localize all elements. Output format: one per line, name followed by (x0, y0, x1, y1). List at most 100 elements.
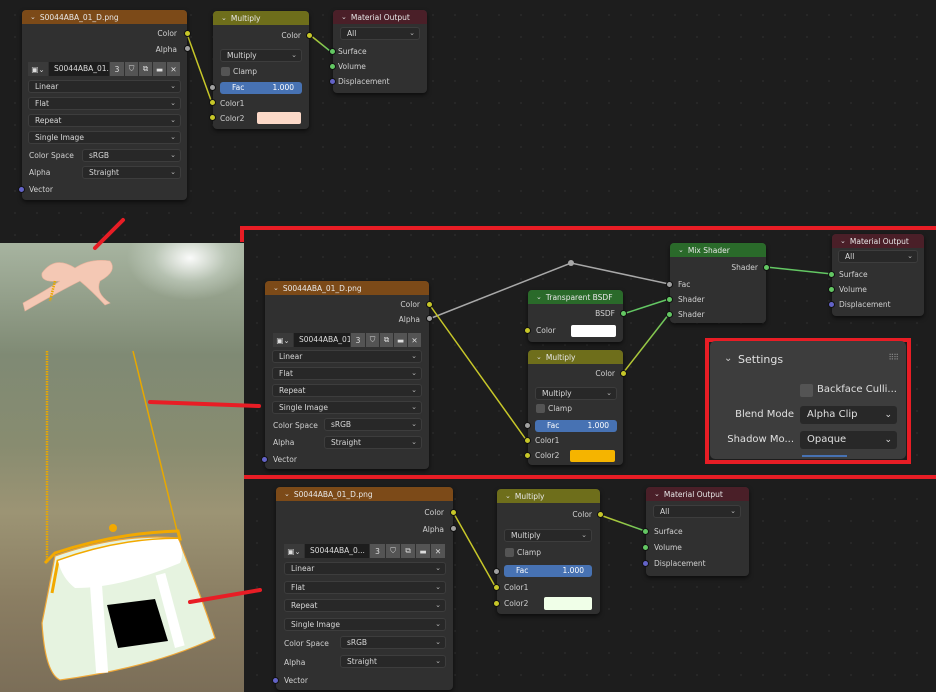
node-header[interactable]: ⌄ S0044ABA_01_D.png (276, 487, 453, 501)
chevron-down-icon[interactable]: ⌄ (284, 490, 290, 498)
image-browse-icon[interactable]: ▣⌄ (284, 544, 304, 558)
projection-dropdown[interactable]: Flat ⌄ (28, 97, 181, 110)
socket-alpha-out[interactable] (426, 315, 433, 322)
image-texture-node-top[interactable]: ⌄ S0044ABA_01_D.png Color Alpha ▣⌄ S0044A… (18, 10, 191, 200)
chevron-down-icon[interactable]: ⌄ (536, 293, 542, 301)
socket-color-out[interactable] (450, 509, 457, 516)
chevron-down-icon[interactable]: ⌄ (678, 246, 684, 254)
node-header[interactable]: ⌄ Material Output (646, 487, 749, 501)
socket-color1-in[interactable] (524, 437, 531, 444)
multiply-node-mid[interactable]: ⌄ Multiply Color Multiply ⌄ Clamp Fac 1.000… (524, 350, 627, 465)
fake-user-shield-icon[interactable]: ⛉ (386, 544, 400, 558)
alpha-dropdown[interactable]: Straight ⌄ (324, 436, 422, 449)
render-viewport[interactable] (0, 243, 244, 692)
image-selector[interactable]: ▣⌄ S0044ABA_0... 3 ⛉ ⧉ ▬ ✕ (284, 544, 446, 558)
fake-user-shield-icon[interactable]: ⛉ (366, 333, 379, 347)
material-output-node-bottom[interactable]: ⌄ Material Output All ⌄ Surface Volume Dis… (642, 487, 749, 576)
socket-surface-in[interactable] (329, 48, 336, 55)
chevron-down-icon[interactable]: ⌄ (341, 13, 347, 21)
clamp-checkbox[interactable] (505, 548, 514, 557)
node-header[interactable]: ⌄ Transparent BSDF (528, 290, 623, 304)
fake-user-shield-icon[interactable]: ⛉ (125, 62, 138, 76)
image-texture-node-mid[interactable]: ⌄ S0044ABA_01_D.png Color Alpha ▣⌄ S0044A… (261, 281, 433, 469)
drag-handle-icon[interactable]: ⠿⠿ (888, 353, 899, 362)
fac-slider[interactable]: Fac 1.000 (504, 565, 592, 577)
image-selector[interactable]: ▣⌄ S0044ABA_01... 3 ⛉ ⧉ ▬ ✕ (28, 62, 181, 76)
socket-fac-in[interactable] (493, 568, 500, 575)
chevron-down-icon[interactable]: ⌄ (840, 237, 846, 245)
duplicate-icon[interactable]: ⧉ (380, 333, 393, 347)
socket-shader2-in[interactable] (666, 311, 673, 318)
socket-vector-in[interactable] (18, 186, 25, 193)
interpolation-dropdown[interactable]: Linear ⌄ (28, 80, 181, 93)
close-icon[interactable]: ✕ (431, 544, 445, 558)
multiply-node-top[interactable]: ⌄ Multiply Color Multiply ⌄ Clamp Fac 1.000… (209, 11, 313, 129)
fac-slider[interactable]: Fac 1.000 (535, 420, 617, 432)
color-swatch[interactable] (571, 325, 616, 337)
shadow-mode-dropdown[interactable]: Opaque ⌄ (800, 431, 897, 449)
color2-swatch[interactable] (257, 112, 301, 124)
blend-type-dropdown[interactable]: Multiply ⌄ (220, 49, 302, 62)
socket-color2-in[interactable] (209, 114, 216, 121)
node-header[interactable]: ⌄ Material Output (333, 10, 427, 24)
target-dropdown[interactable]: All ⌄ (653, 505, 741, 518)
color-space-dropdown[interactable]: sRGB ⌄ (324, 418, 422, 431)
chevron-down-icon[interactable]: ⌄ (536, 353, 542, 361)
folder-icon[interactable]: ▬ (394, 333, 407, 347)
socket-shader-out[interactable] (763, 264, 770, 271)
socket-color2-in[interactable] (493, 600, 500, 607)
image-browse-icon[interactable]: ▣⌄ (273, 333, 293, 347)
node-header[interactable]: ⌄ Mix Shader (670, 243, 766, 257)
socket-volume-in[interactable] (828, 286, 835, 293)
socket-vector-in[interactable] (272, 677, 279, 684)
socket-displacement-in[interactable] (642, 560, 649, 567)
chevron-down-icon[interactable]: ⌄ (273, 284, 279, 292)
socket-color1-in[interactable] (493, 584, 500, 591)
folder-icon[interactable]: ▬ (416, 544, 430, 558)
socket-surface-in[interactable] (642, 528, 649, 535)
target-dropdown[interactable]: All ⌄ (340, 27, 420, 40)
source-dropdown[interactable]: Single Image ⌄ (272, 401, 422, 414)
image-selector[interactable]: ▣⌄ S0044ABA_01... 3 ⛉ ⧉ ▬ ✕ (273, 333, 423, 347)
alpha-dropdown[interactable]: Straight ⌄ (340, 655, 446, 668)
image-name-field[interactable]: S0044ABA_0... (305, 544, 369, 558)
source-dropdown[interactable]: Single Image ⌄ (28, 131, 181, 144)
image-browse-icon[interactable]: ▣⌄ (28, 62, 48, 76)
clamp-checkbox[interactable] (221, 67, 230, 76)
projection-dropdown[interactable]: Flat ⌄ (284, 581, 446, 594)
node-header[interactable]: ⌄ S0044ABA_01_D.png (265, 281, 429, 295)
color2-swatch[interactable] (544, 597, 592, 610)
interpolation-dropdown[interactable]: Linear ⌄ (272, 350, 422, 363)
socket-displacement-in[interactable] (828, 301, 835, 308)
image-texture-node-bottom[interactable]: ⌄ S0044ABA_01_D.png Color Alpha ▣⌄ S0044A… (272, 487, 457, 690)
node-header[interactable]: ⌄ Multiply (528, 350, 623, 364)
backface-culling-checkbox[interactable] (800, 384, 813, 397)
socket-shader1-in[interactable] (666, 296, 673, 303)
chevron-down-icon[interactable]: ⌄ (654, 490, 660, 498)
socket-alpha-out[interactable] (184, 45, 191, 52)
node-header[interactable]: ⌄ Multiply (497, 489, 600, 503)
partially-visible-slider[interactable] (802, 455, 847, 457)
clamp-checkbox[interactable] (536, 404, 545, 413)
chevron-down-icon[interactable]: ⌄ (724, 353, 732, 364)
node-header[interactable]: ⌄ S0044ABA_01_D.png (22, 10, 187, 24)
color-space-dropdown[interactable]: sRGB ⌄ (82, 149, 181, 162)
extension-dropdown[interactable]: Repeat ⌄ (272, 384, 422, 397)
folder-icon[interactable]: ▬ (153, 62, 166, 76)
socket-displacement-in[interactable] (329, 78, 336, 85)
socket-volume-in[interactable] (642, 544, 649, 551)
socket-color-out[interactable] (597, 511, 604, 518)
socket-color-out[interactable] (184, 30, 191, 37)
fac-slider[interactable]: Fac 1.000 (220, 82, 302, 94)
blend-mode-dropdown[interactable]: Alpha Clip ⌄ (800, 406, 897, 424)
material-settings-panel[interactable]: ⌄ Settings ⠿⠿ Backface Culli... Blend Mo… (710, 341, 906, 459)
chevron-down-icon[interactable]: ⌄ (221, 14, 227, 22)
socket-fac-in[interactable] (209, 84, 216, 91)
blend-type-dropdown[interactable]: Multiply ⌄ (504, 529, 592, 542)
settings-title[interactable]: Settings (738, 353, 783, 366)
socket-color-in[interactable] (524, 327, 531, 334)
socket-alpha-out[interactable] (450, 525, 457, 532)
node-header[interactable]: ⌄ Multiply (213, 11, 309, 25)
socket-color-out[interactable] (306, 32, 313, 39)
socket-color-out[interactable] (620, 370, 627, 377)
